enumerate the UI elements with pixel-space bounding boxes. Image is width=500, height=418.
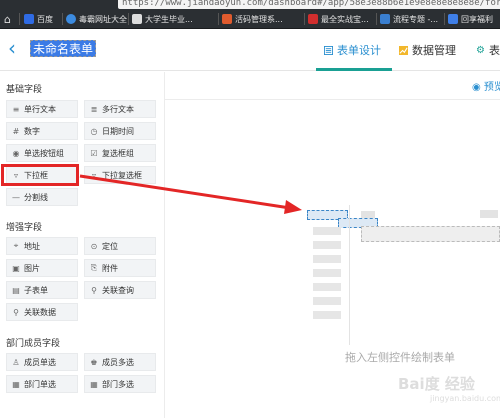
eye-icon: ◉ <box>472 82 484 93</box>
thumb-bar <box>480 210 498 218</box>
tab-form-design[interactable]: 表单设计 <box>324 42 381 58</box>
calendar-icon: ◷ <box>90 126 98 136</box>
home-icon[interactable]: ⌂ <box>4 12 11 26</box>
section-title-enhanced: 增强字段 <box>6 223 43 233</box>
form-icon <box>324 45 333 55</box>
image-icon: ▣ <box>12 263 20 273</box>
search-icon: ⚲ <box>91 285 97 295</box>
field-datetime[interactable]: ◷ 日期时间 <box>84 122 156 140</box>
checkbox-icon: ☑ <box>90 148 98 158</box>
field-number[interactable]: # 数字 <box>6 122 78 140</box>
flow-icon <box>380 14 390 24</box>
users-icon: ♚ <box>90 357 98 367</box>
section-title-department: 部门成员字段 <box>6 339 61 349</box>
field-member-multi[interactable]: ♚ 成员多选 <box>84 353 156 371</box>
field-radio-group[interactable]: ◉ 单选按钮组 <box>6 144 78 162</box>
field-image[interactable]: ▣ 图片 <box>6 259 78 277</box>
field-single-line-text[interactable]: ≡ 单行文本 <box>6 100 78 118</box>
tab-more[interactable]: ⚙ 表 <box>476 42 500 58</box>
department-icon: ▦ <box>12 379 20 389</box>
bookmark-baidu[interactable]: 百度 <box>24 12 53 26</box>
field-department-single[interactable]: ▦ 部门单选 <box>6 375 78 393</box>
field-dropdown-multi[interactable]: ▿ 下拉复选框 <box>84 166 156 184</box>
field-related-data[interactable]: ⚲ 关联数据 <box>6 303 78 321</box>
field-department-multi[interactable]: ▦ 部门多选 <box>84 375 156 393</box>
drag-preview-thumbnail <box>305 205 500 345</box>
address-icon: ⌖ <box>13 241 19 250</box>
form-title[interactable]: 未命名表单 <box>30 40 97 57</box>
gift-icon <box>448 14 458 24</box>
field-attachment[interactable]: ⎘ 附件 <box>84 259 156 277</box>
bookmark-qr[interactable]: 活码管理系... <box>222 12 283 26</box>
field-member-single[interactable]: ♙ 成员单选 <box>6 353 78 371</box>
duba-icon <box>66 14 76 24</box>
bookmark-flow[interactable]: 流程专题 -... <box>380 12 438 26</box>
field-checkbox-group[interactable]: ☑ 复选框组 <box>84 144 156 162</box>
field-panel: 基础字段 ≡ 单行文本 ≣ 多行文本 # 数字 ◷ 日期时间 ◉ 单选按钮组 ☑ 复选框组 … <box>0 72 165 418</box>
field-divider[interactable]: — 分割线 <box>6 188 78 206</box>
canvas-toolbar: ◉ 预览 <box>165 72 500 100</box>
baidu-icon <box>24 14 34 24</box>
field-related-query[interactable]: ⚲ 关联查询 <box>84 281 156 299</box>
bookmark-duba[interactable]: 毒霸网址大全 <box>66 12 127 26</box>
thumb-field <box>313 255 341 263</box>
attachment-icon: ⎘ <box>90 263 98 272</box>
location-icon: ⊙ <box>90 241 98 251</box>
watermark-logo: Bai度 经验 <box>398 375 475 393</box>
field-location[interactable]: ⊙ 定位 <box>84 237 156 255</box>
thumb-field <box>313 297 341 305</box>
user-icon: ♙ <box>12 357 20 367</box>
bookmark-practice[interactable]: 最全实战宝... <box>308 12 369 26</box>
thumb-field <box>313 311 341 319</box>
link-icon: ⚲ <box>13 307 19 317</box>
thumb-field <box>313 269 341 277</box>
subform-icon: ▤ <box>12 285 20 295</box>
preview-button[interactable]: ◉ 预览 <box>472 78 500 93</box>
dropdown-highlight-box <box>1 164 79 186</box>
section-title-basic: 基础字段 <box>6 85 43 95</box>
settings-icon: ⚙ <box>476 44 485 56</box>
bookmark-graduate[interactable]: 大学生毕业... <box>132 12 193 26</box>
bookmarks-bar: ⌂ 百度 毒霸网址大全 大学生毕业... 活码管理系... 最全实战宝... 流… <box>0 9 500 29</box>
thumb-field <box>313 283 341 291</box>
thumb-field <box>313 241 341 249</box>
page-icon <box>132 14 142 24</box>
address-bar[interactable]: https://www.jiandaoyun.com/dashboard#/ap… <box>118 0 500 9</box>
tab-data-management[interactable]: 数据管理 <box>399 42 456 58</box>
app-header: ‹ 未命名表单 表单设计 数据管理 ⚙ 表 <box>0 29 500 71</box>
radio-icon: ◉ <box>12 148 20 158</box>
chevron-left-icon[interactable]: ‹ <box>8 38 16 58</box>
dropdown-multi-icon: ▿ <box>91 170 96 180</box>
divider-icon: — <box>12 192 20 202</box>
active-tab-indicator <box>316 68 392 71</box>
department-multi-icon: ▦ <box>90 379 98 389</box>
thumb-drop-zone <box>361 226 500 242</box>
field-subform[interactable]: ▤ 子表单 <box>6 281 78 299</box>
watermark-url: jingyan.baidu.com <box>430 394 500 403</box>
thumb-divider <box>349 205 350 345</box>
field-address[interactable]: ⌖ 地址 <box>6 237 78 255</box>
canvas-empty-hint: 拖入左侧控件绘制表单 <box>345 351 455 364</box>
browser-top-bar: https://www.jiandaoyun.com/dashboard#/ap… <box>0 0 500 9</box>
number-icon: # <box>12 126 20 136</box>
thumb-field <box>313 227 341 235</box>
qr-icon <box>222 14 232 24</box>
textarea-icon: ≣ <box>90 104 98 114</box>
text-icon: ≡ <box>12 104 20 114</box>
bookmark-icon <box>308 14 318 24</box>
field-multi-line-text[interactable]: ≣ 多行文本 <box>84 100 156 118</box>
chart-icon <box>399 45 408 55</box>
bookmark-gift[interactable]: 回享福利 <box>448 12 493 26</box>
